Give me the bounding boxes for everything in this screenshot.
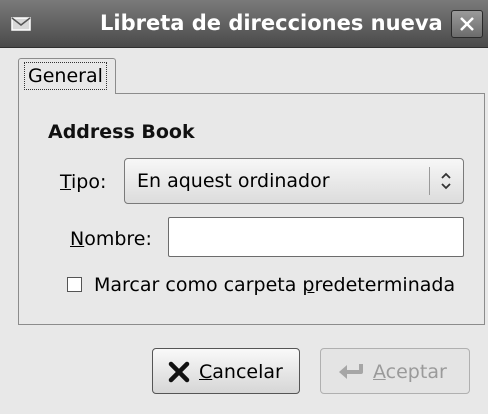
name-input[interactable] [168,217,464,257]
section-heading: Address Book [48,121,195,143]
default-folder-checkbox[interactable] [67,277,82,292]
type-label-mnemonic: T [60,171,72,193]
type-label-text: ipo: [71,171,107,193]
close-icon [460,17,474,31]
select-separator [429,167,430,195]
envelope-icon [10,14,32,34]
default-folder-label-before: Marcar como carpeta [94,274,303,296]
tab-general-label: General [24,62,107,90]
type-select[interactable]: En aquest ordinador [124,158,464,204]
name-label-mnemonic: N [70,228,85,250]
cancel-button[interactable]: Cancelar [152,348,300,394]
default-folder-label[interactable]: Marcar como carpeta predeterminada [94,273,455,297]
type-label: Tipo: [60,170,106,194]
x-icon [167,361,191,387]
cancel-text: ancelar [212,361,283,383]
accept-text: ceptar [385,361,447,383]
default-folder-label-mnemonic: p [302,274,315,296]
dialog-window: Libreta de direcciones nueva General Add… [0,0,488,414]
spinner-arrows-icon [439,170,453,196]
close-button[interactable] [451,10,483,38]
accept-button-label: Aceptar [373,360,447,384]
cancel-mnemonic: C [199,361,213,383]
return-arrow-icon [337,361,365,387]
type-select-value: En aquest ordinador [137,170,330,192]
default-folder-label-after: redeterminada [314,274,456,296]
tab-general[interactable]: General [18,58,116,94]
name-label: Nombre: [70,227,152,251]
accept-mnemonic: A [373,361,386,383]
accept-button[interactable]: Aceptar [320,348,470,394]
window-title: Libreta de direcciones nueva [100,11,443,35]
name-label-text: ombre: [84,228,152,250]
title-bar[interactable]: Libreta de direcciones nueva [0,0,488,48]
cancel-button-label: Cancelar [199,360,283,384]
